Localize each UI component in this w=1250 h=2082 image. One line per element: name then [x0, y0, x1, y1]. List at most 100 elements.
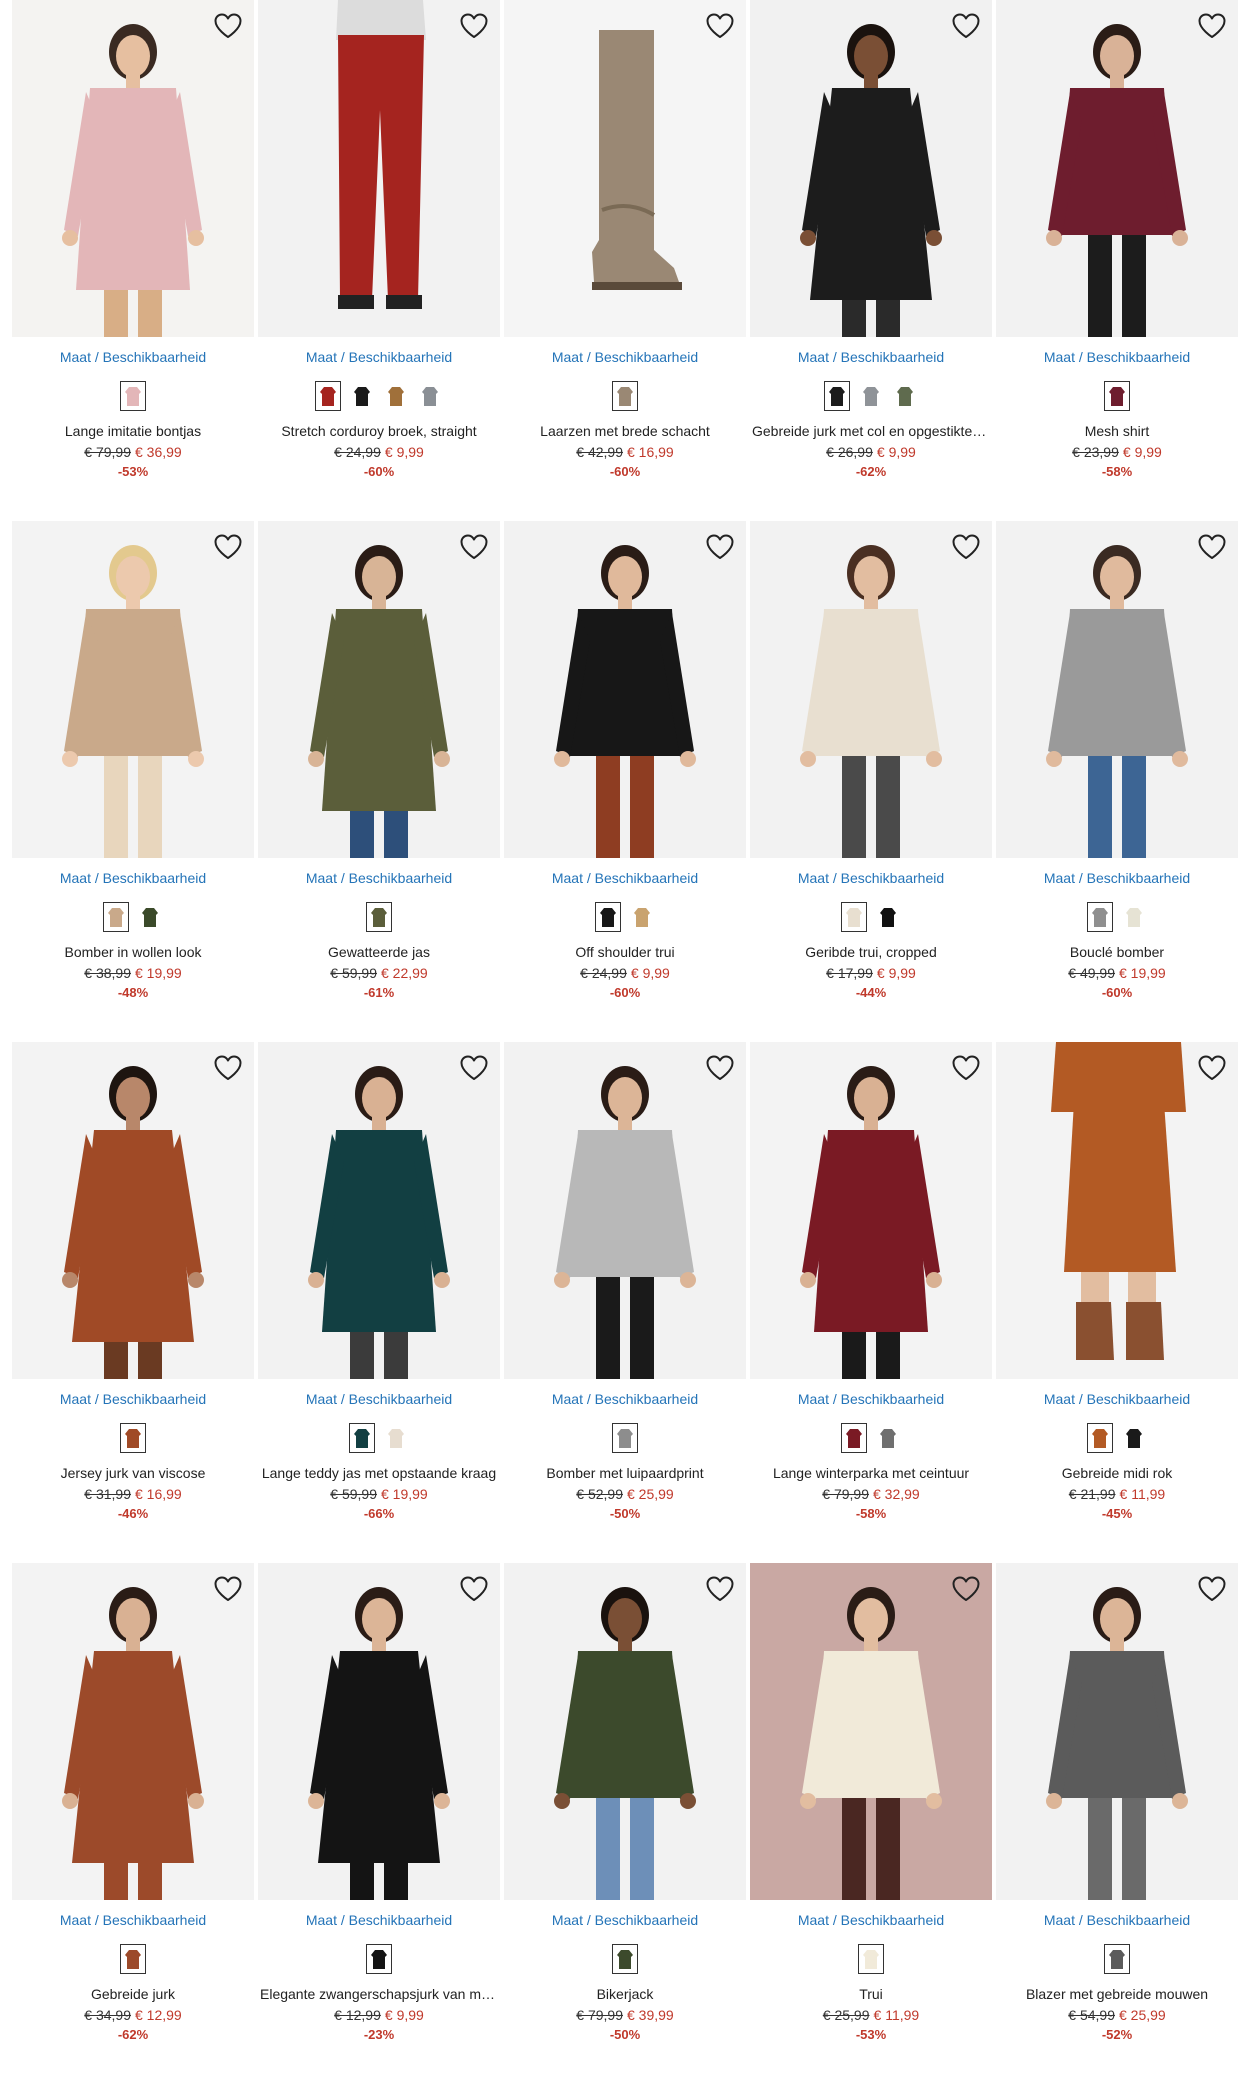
- color-swatch[interactable]: [366, 1944, 392, 1974]
- size-availability-link[interactable]: Maat / Beschikbaarheid: [12, 1912, 254, 1928]
- wishlist-button[interactable]: [1194, 1571, 1230, 1607]
- color-swatch[interactable]: [824, 381, 850, 411]
- size-availability-link[interactable]: Maat / Beschikbaarheid: [996, 870, 1238, 886]
- product-name[interactable]: Gebreide jurk: [12, 1986, 254, 2002]
- color-swatch[interactable]: [120, 1423, 146, 1453]
- product-image-link[interactable]: [12, 521, 254, 858]
- size-availability-link[interactable]: Maat / Beschikbaarheid: [504, 870, 746, 886]
- product-name[interactable]: Blazer met gebreide mouwen: [996, 1986, 1238, 2002]
- color-swatch[interactable]: [383, 1423, 409, 1453]
- color-swatch[interactable]: [1087, 1423, 1113, 1453]
- product-image-link[interactable]: [12, 0, 254, 337]
- product-name[interactable]: Stretch corduroy broek, straight: [258, 423, 500, 439]
- size-availability-link[interactable]: Maat / Beschikbaarheid: [996, 349, 1238, 365]
- size-availability-link[interactable]: Maat / Beschikbaarheid: [258, 349, 500, 365]
- product-image-link[interactable]: [996, 0, 1238, 337]
- color-swatch[interactable]: [137, 902, 163, 932]
- product-image-link[interactable]: [258, 0, 500, 337]
- product-image-link[interactable]: [258, 521, 500, 858]
- product-card[interactable]: Maat / Beschikbaarheid Blazer met gebreid…: [996, 1563, 1238, 2043]
- size-availability-link[interactable]: Maat / Beschikbaarheid: [12, 1391, 254, 1407]
- product-image-link[interactable]: [504, 1042, 746, 1379]
- product-name[interactable]: Trui: [750, 1986, 992, 2002]
- product-card[interactable]: Maat / Beschikbaarheid Laarzen met brede …: [504, 0, 746, 480]
- product-card[interactable]: Maat / Beschikbaarheid Gebreide midi rok €…: [996, 1042, 1238, 1522]
- product-name[interactable]: Lange teddy jas met opstaande kraag: [258, 1465, 500, 1481]
- wishlist-button[interactable]: [456, 1571, 492, 1607]
- product-image-link[interactable]: [996, 1563, 1238, 1900]
- product-image-link[interactable]: [750, 1563, 992, 1900]
- size-availability-link[interactable]: Maat / Beschikbaarheid: [504, 1391, 746, 1407]
- size-availability-link[interactable]: Maat / Beschikbaarheid: [504, 1912, 746, 1928]
- product-name[interactable]: Lange imitatie bontjas: [12, 423, 254, 439]
- wishlist-button[interactable]: [456, 529, 492, 565]
- color-swatch[interactable]: [612, 381, 638, 411]
- product-card[interactable]: Maat / Beschikbaarheid Bikerjack € 79,99 € …: [504, 1563, 746, 2043]
- wishlist-button[interactable]: [210, 529, 246, 565]
- product-name[interactable]: Mesh shirt: [996, 423, 1238, 439]
- wishlist-button[interactable]: [210, 1571, 246, 1607]
- size-availability-link[interactable]: Maat / Beschikbaarheid: [996, 1912, 1238, 1928]
- product-card[interactable]: Maat / Beschikbaarheid Elegante zwangersc…: [258, 1563, 500, 2043]
- color-swatch[interactable]: [1104, 1944, 1130, 1974]
- color-swatch[interactable]: [595, 902, 621, 932]
- product-card[interactable]: Maat / Beschikbaarheid Mesh shirt € 23,99 €…: [996, 0, 1238, 480]
- product-image-link[interactable]: [504, 0, 746, 337]
- size-availability-link[interactable]: Maat / Beschikbaarheid: [12, 349, 254, 365]
- wishlist-button[interactable]: [1194, 529, 1230, 565]
- wishlist-button[interactable]: [948, 1571, 984, 1607]
- product-card[interactable]: Maat / Beschikbaarheid Off shoulder trui €…: [504, 521, 746, 1001]
- product-image-link[interactable]: [258, 1563, 500, 1900]
- color-swatch[interactable]: [417, 381, 443, 411]
- size-availability-link[interactable]: Maat / Beschikbaarheid: [258, 870, 500, 886]
- size-availability-link[interactable]: Maat / Beschikbaarheid: [996, 1391, 1238, 1407]
- wishlist-button[interactable]: [702, 1571, 738, 1607]
- color-swatch[interactable]: [1087, 902, 1113, 932]
- size-availability-link[interactable]: Maat / Beschikbaarheid: [258, 1912, 500, 1928]
- color-swatch[interactable]: [612, 1944, 638, 1974]
- product-card[interactable]: Maat / Beschikbaarheid Bomber met luipaar…: [504, 1042, 746, 1522]
- color-swatch[interactable]: [875, 902, 901, 932]
- wishlist-button[interactable]: [210, 1050, 246, 1086]
- product-card[interactable]: Maat / Beschikbaarheid Geribde trui, crop…: [750, 521, 992, 1001]
- color-swatch[interactable]: [1121, 902, 1147, 932]
- product-card[interactable]: Maat / Beschikbaarheid Bomber in wollen l…: [12, 521, 254, 1001]
- wishlist-button[interactable]: [702, 529, 738, 565]
- product-name[interactable]: Gewatteerde jas: [258, 944, 500, 960]
- product-name[interactable]: Bikerjack: [504, 1986, 746, 2002]
- product-image-link[interactable]: [750, 521, 992, 858]
- product-image-link[interactable]: [750, 1042, 992, 1379]
- product-name[interactable]: Lange winterparka met ceintuur: [750, 1465, 992, 1481]
- color-swatch[interactable]: [612, 1423, 638, 1453]
- product-image-link[interactable]: [996, 521, 1238, 858]
- size-availability-link[interactable]: Maat / Beschikbaarheid: [750, 870, 992, 886]
- product-card[interactable]: Maat / Beschikbaarheid Gewatteerde jas € 5…: [258, 521, 500, 1001]
- color-swatch[interactable]: [1104, 381, 1130, 411]
- wishlist-button[interactable]: [1194, 8, 1230, 44]
- color-swatch[interactable]: [315, 381, 341, 411]
- product-name[interactable]: Gebreide midi rok: [996, 1465, 1238, 1481]
- product-image-link[interactable]: [12, 1042, 254, 1379]
- product-card[interactable]: Maat / Beschikbaarheid Lange winterparka …: [750, 1042, 992, 1522]
- product-card[interactable]: Maat / Beschikbaarheid Gebreide jurk met …: [750, 0, 992, 480]
- product-card[interactable]: Maat / Beschikbaarheid Jersey jurk van vi…: [12, 1042, 254, 1522]
- product-name[interactable]: Laarzen met brede schacht: [504, 423, 746, 439]
- color-swatch[interactable]: [841, 902, 867, 932]
- color-swatch[interactable]: [1121, 1423, 1147, 1453]
- color-swatch[interactable]: [858, 381, 884, 411]
- product-image-link[interactable]: [750, 0, 992, 337]
- size-availability-link[interactable]: Maat / Beschikbaarheid: [750, 1912, 992, 1928]
- color-swatch[interactable]: [349, 381, 375, 411]
- product-image-link[interactable]: [12, 1563, 254, 1900]
- product-card[interactable]: Maat / Beschikbaarheid Lange teddy jas me…: [258, 1042, 500, 1522]
- color-swatch[interactable]: [858, 1944, 884, 1974]
- wishlist-button[interactable]: [210, 8, 246, 44]
- product-name[interactable]: Bouclé bomber: [996, 944, 1238, 960]
- size-availability-link[interactable]: Maat / Beschikbaarheid: [750, 1391, 992, 1407]
- product-name[interactable]: Elegante zwangerschapsjurk van mesh: [258, 1986, 500, 2002]
- product-name[interactable]: Bomber in wollen look: [12, 944, 254, 960]
- color-swatch[interactable]: [629, 902, 655, 932]
- color-swatch[interactable]: [103, 902, 129, 932]
- color-swatch[interactable]: [349, 1423, 375, 1453]
- wishlist-button[interactable]: [702, 1050, 738, 1086]
